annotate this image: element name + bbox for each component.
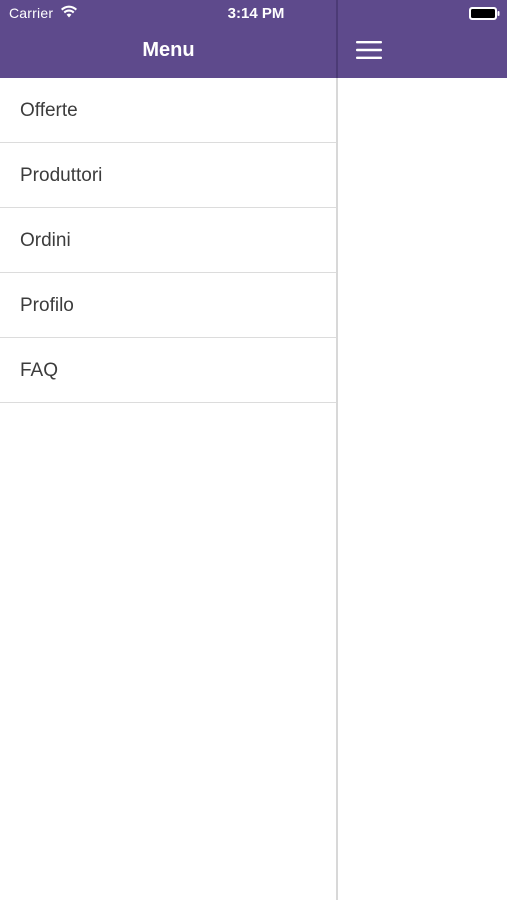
menu-item-produttori[interactable]: Produttori [0, 143, 336, 208]
side-menu: Offerte Produttori Ordini Profilo FAQ [0, 78, 336, 900]
panel-divider-top [336, 0, 338, 78]
status-bar: Carrier 3:14 PM [0, 0, 507, 28]
menu-item-ordini[interactable]: Ordini [0, 208, 336, 273]
hamburger-menu-icon [356, 39, 382, 66]
nav-title: Menu [142, 39, 195, 61]
menu-item-faq[interactable]: FAQ [0, 338, 336, 403]
header-bar: Carrier 3:14 PM Menu [0, 0, 507, 78]
status-time: 3:14 PM [227, 5, 285, 22]
menu-item-profilo[interactable]: Profilo [0, 273, 336, 338]
battery-icon [469, 7, 500, 20]
main-content-area[interactable] [338, 78, 507, 900]
menu-item-offerte[interactable]: Offerte [0, 78, 336, 143]
menu-toggle-button[interactable] [352, 39, 386, 65]
app-screen: Carrier 3:14 PM Menu Offerte Produttori … [0, 0, 507, 900]
